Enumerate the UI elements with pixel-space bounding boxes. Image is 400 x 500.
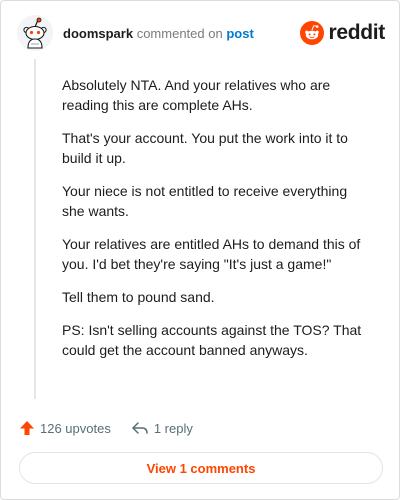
- upvote-button[interactable]: 126 upvotes: [19, 420, 111, 436]
- reply-button[interactable]: 1 reply: [131, 420, 193, 436]
- reply-arrow-icon: [132, 422, 148, 434]
- comment-card: doomspark commented on post reddit Absol…: [0, 0, 400, 500]
- reddit-logo-icon: [300, 21, 325, 45]
- thread-line[interactable]: [34, 59, 36, 399]
- comment-body: Absolutely NTA. And your relatives who a…: [62, 75, 362, 373]
- byline-action: commented on: [136, 26, 223, 41]
- comment-paragraph: PS: Isn't selling accounts against the T…: [62, 322, 362, 358]
- comment-header: doomspark commented on post reddit: [17, 15, 385, 51]
- comment-paragraph: Absolutely NTA. And your relatives who a…: [62, 77, 331, 113]
- comment-paragraph: That's your account. You put the work in…: [62, 130, 348, 166]
- snoo-avatar-icon[interactable]: [17, 15, 53, 51]
- post-link[interactable]: post: [226, 26, 253, 41]
- comment-paragraph: Your relatives are entitled AHs to deman…: [62, 236, 361, 272]
- comment-paragraph: Your niece is not entitled to receive ev…: [62, 183, 348, 219]
- comment-paragraph: Tell them to pound sand.: [62, 289, 215, 305]
- upvote-arrow-icon: [20, 421, 34, 435]
- reddit-wordmark: reddit: [328, 21, 385, 44]
- comment-actions: 126 upvotes 1 reply: [19, 417, 193, 439]
- reply-count: 1 reply: [153, 420, 193, 436]
- author-username[interactable]: doomspark: [63, 26, 133, 41]
- upvotes-count: 126 upvotes: [40, 420, 111, 436]
- reddit-logo[interactable]: reddit: [300, 21, 385, 45]
- view-comments-button[interactable]: View 1 comments: [19, 452, 383, 484]
- comment-byline: doomspark commented on post: [63, 26, 254, 42]
